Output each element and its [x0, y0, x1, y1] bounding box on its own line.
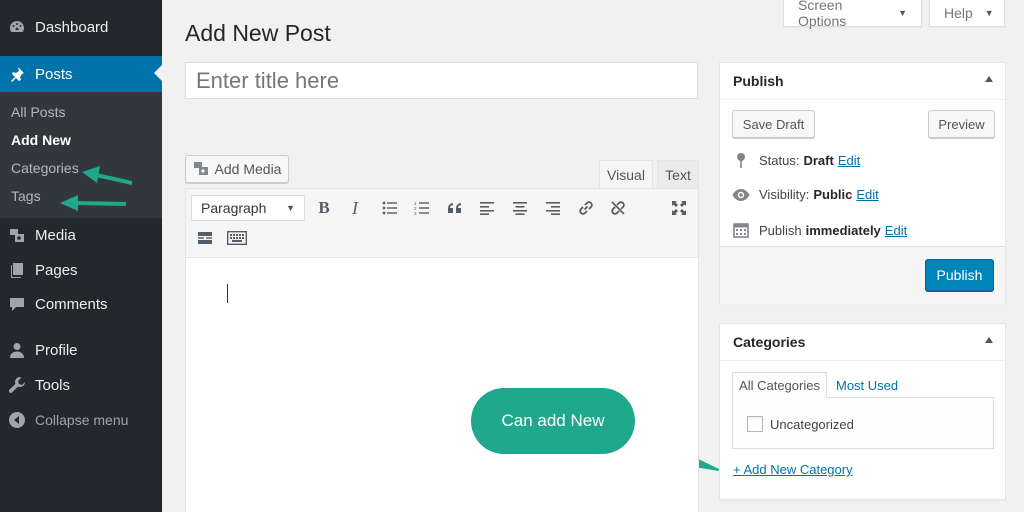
collapse-icon	[8, 411, 26, 429]
category-label: Uncategorized	[770, 417, 854, 432]
submenu-item-tags[interactable]: Tags	[11, 188, 41, 204]
fullscreen-icon[interactable]	[668, 197, 690, 219]
admin-sidebar: Dashboard Posts All Posts Add New Catego…	[0, 0, 162, 512]
tab-visual[interactable]: Visual	[599, 160, 653, 188]
sidebar-item-label: Comments	[35, 295, 108, 313]
profile-icon	[8, 341, 26, 359]
divider	[720, 99, 1005, 100]
keyboard-icon[interactable]	[226, 227, 248, 249]
edit-schedule-link[interactable]: Edit	[885, 223, 907, 238]
help-button[interactable]: Help ▼	[929, 0, 1005, 27]
screen-options-label: Screen Options	[798, 0, 847, 29]
publish-button[interactable]: Publish	[925, 259, 994, 291]
visibility-row: Visibility: Public Edit	[732, 187, 879, 202]
format-select-value: Paragraph	[201, 200, 267, 216]
collapse-toggle-icon[interactable]	[985, 337, 993, 343]
media-icon	[193, 160, 209, 179]
pages-icon	[8, 261, 26, 279]
annotation-callout: Can add New	[471, 388, 635, 454]
visibility-label: Visibility:	[759, 187, 810, 202]
current-menu-arrow	[154, 65, 162, 81]
publish-actions: Publish	[720, 246, 1005, 304]
numbered-list-icon[interactable]: 123	[411, 197, 433, 219]
sidebar-item-label: Collapse menu	[35, 412, 129, 428]
sidebar-item-label: Tools	[35, 376, 71, 394]
media-icon	[8, 226, 26, 244]
pin-icon	[732, 152, 750, 168]
sidebar-item-dashboard[interactable]: Dashboard	[0, 10, 162, 44]
insert-link-icon[interactable]	[575, 197, 597, 219]
sidebar-item-label: Profile	[35, 341, 78, 359]
categories-box: Categories All Categories Most Used Unca…	[719, 323, 1006, 500]
tab-all-categories[interactable]: All Categories	[732, 372, 827, 398]
sidebar-item-label: Dashboard	[35, 18, 109, 36]
status-row: Status: Draft Edit	[732, 152, 860, 168]
caret-down-icon: ▼	[984, 8, 994, 18]
add-new-category-link[interactable]: + Add New Category	[733, 462, 853, 477]
tab-text[interactable]: Text	[657, 160, 699, 188]
sidebar-item-comments[interactable]: Comments	[0, 287, 162, 321]
dashboard-icon	[8, 18, 26, 36]
post-title-input[interactable]	[185, 62, 698, 99]
publish-box: Publish Save Draft Preview Status: Draft…	[719, 62, 1006, 304]
tab-most-used[interactable]: Most Used	[836, 372, 898, 398]
calendar-icon	[732, 222, 750, 238]
sidebar-item-tools[interactable]: Tools	[0, 368, 162, 402]
sidebar-item-label: Media	[35, 226, 76, 244]
screen-options-button[interactable]: Screen Options ▼	[783, 0, 922, 29]
align-center-icon[interactable]	[509, 197, 531, 219]
sidebar-item-pages[interactable]: Pages	[0, 253, 162, 287]
category-checklist: Uncategorized	[732, 397, 994, 449]
submenu-item-all-posts[interactable]: All Posts	[11, 104, 65, 120]
sidebar-item-posts[interactable]: Posts	[0, 56, 162, 92]
edit-visibility-link[interactable]: Edit	[856, 187, 878, 202]
page-title: Add New Post	[185, 20, 331, 46]
status-value: Draft	[803, 152, 834, 168]
blockquote-icon[interactable]	[444, 197, 466, 219]
posts-submenu: All Posts Add New Categories Tags	[0, 92, 162, 218]
sidebar-item-media[interactable]: Media	[0, 218, 162, 252]
categories-box-heading: Categories	[733, 334, 806, 350]
schedule-row: Publish immediately Edit	[732, 222, 907, 238]
pin-icon	[8, 65, 26, 83]
submenu-item-add-new[interactable]: Add New	[11, 132, 71, 148]
save-draft-button[interactable]: Save Draft	[732, 110, 815, 138]
caret-down-icon: ▼	[898, 8, 907, 18]
schedule-label: Publish	[759, 222, 802, 238]
add-media-button[interactable]: Add Media	[185, 155, 289, 183]
edit-status-link[interactable]: Edit	[838, 153, 860, 168]
collapse-toggle-icon[interactable]	[985, 76, 993, 82]
read-more-icon[interactable]	[194, 227, 216, 249]
bold-icon[interactable]: B	[313, 197, 335, 219]
sidebar-item-collapse-menu[interactable]: Collapse menu	[0, 403, 162, 437]
align-right-icon[interactable]	[542, 197, 564, 219]
sidebar-item-label: Posts	[35, 65, 73, 83]
publish-box-heading: Publish	[733, 73, 784, 89]
sidebar-item-label: Pages	[35, 261, 78, 279]
svg-text:3: 3	[414, 211, 417, 215]
category-checkbox[interactable]	[747, 416, 763, 432]
format-select[interactable]: Paragraph ▼	[191, 195, 305, 221]
remove-link-icon[interactable]	[607, 197, 629, 219]
tools-icon	[8, 376, 26, 394]
text-cursor	[227, 284, 228, 303]
editor-content-area[interactable]	[185, 258, 699, 512]
bulleted-list-icon[interactable]	[379, 197, 401, 219]
eye-icon	[732, 188, 750, 201]
comments-icon	[8, 295, 26, 313]
visibility-value: Public	[813, 187, 853, 202]
divider	[720, 360, 1005, 361]
preview-button[interactable]: Preview	[928, 110, 995, 138]
align-left-icon[interactable]	[476, 197, 498, 219]
sidebar-item-profile[interactable]: Profile	[0, 333, 162, 367]
add-media-label: Add Media	[214, 161, 282, 177]
schedule-value: immediately	[805, 222, 881, 238]
help-label: Help	[944, 5, 973, 21]
status-label: Status:	[759, 152, 800, 168]
submenu-item-categories[interactable]: Categories	[11, 160, 79, 176]
italic-icon[interactable]: I	[344, 197, 366, 219]
caret-down-icon: ▼	[286, 203, 295, 213]
